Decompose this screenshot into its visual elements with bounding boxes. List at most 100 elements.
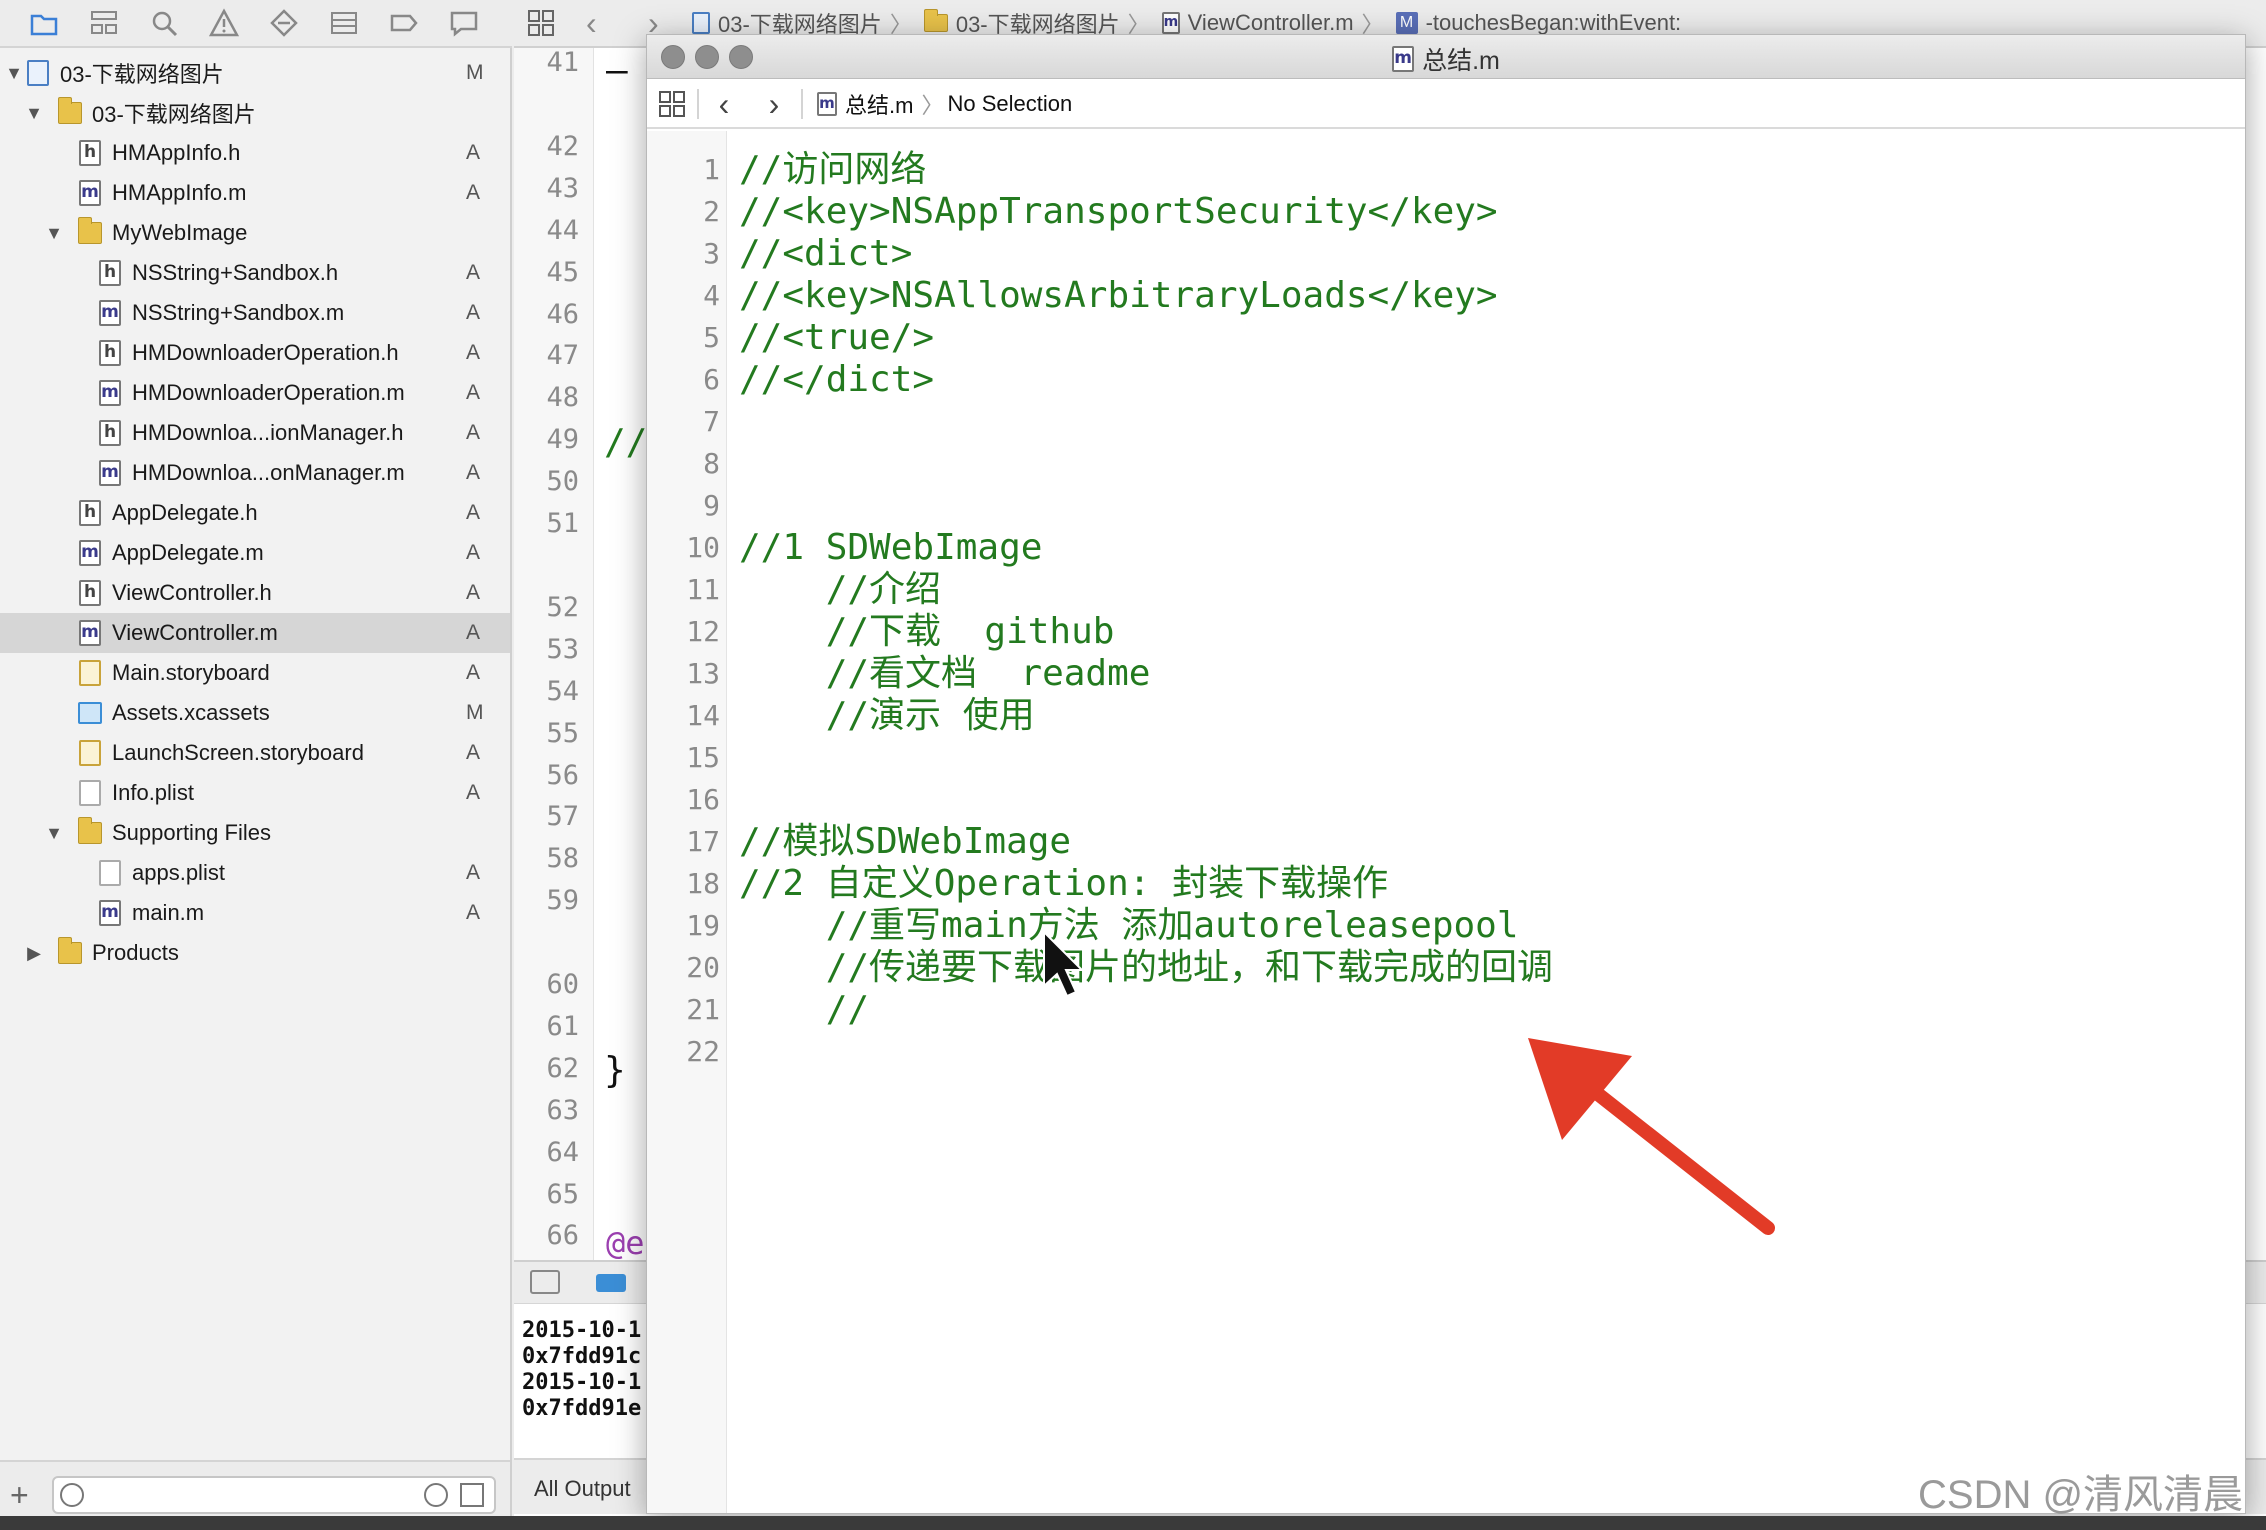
code-line: //传递要下载图片的地址，和下载完成的回调 — [739, 947, 1554, 988]
tree-row[interactable]: h NSString+Sandbox.h A — [0, 253, 510, 293]
tree-row[interactable]: h HMDownloa...ionManager.h A — [0, 413, 510, 453]
tree-row-icon: h — [78, 580, 102, 606]
disclosure-expanded-icon[interactable]: ▼ — [4, 63, 24, 84]
breadcrumb-selection[interactable]: No Selection — [947, 91, 1072, 117]
tree-row[interactable]: m ViewController.m A — [0, 613, 510, 653]
line-number: 20 — [686, 951, 720, 984]
disclosure-expanded-icon[interactable]: ▼ — [24, 103, 44, 124]
tree-row[interactable]: h ViewController.h A — [0, 573, 510, 613]
m-file-icon: m — [79, 620, 101, 646]
tree-row-label: HMDownloaderOperation.m — [132, 380, 405, 405]
tree-row-label: ViewController.m — [112, 620, 278, 645]
speech-bubble-icon — [450, 11, 478, 37]
tree-row[interactable]: ▼ 03-下载网络图片 — [0, 93, 510, 133]
tree-row-icon: m — [98, 380, 122, 406]
tree-row-label: NSString+Sandbox.h — [132, 260, 339, 285]
m-file-icon: m — [99, 460, 121, 486]
breadcrumb-file[interactable]: m ViewController.m — [1161, 10, 1354, 36]
tree-row[interactable]: h HMAppInfo.h A — [0, 133, 510, 173]
tree-row-label: Info.plist — [112, 780, 194, 805]
symbol-navigator-tab[interactable] — [86, 5, 122, 41]
line-number: 41 — [546, 47, 579, 78]
source-control-badge: A — [466, 661, 481, 684]
line-number: 44 — [546, 215, 579, 246]
source-control-badge: A — [466, 341, 481, 364]
recent-files-icon[interactable] — [424, 1483, 448, 1507]
tree-row[interactable]: m NSString+Sandbox.m A — [0, 293, 510, 333]
tree-row[interactable]: m AppDelegate.m A — [0, 533, 510, 573]
back-arrow-icon[interactable]: ‹ — [586, 5, 618, 42]
tree-row[interactable]: ▶ Products — [0, 933, 510, 973]
tree-row[interactable]: m main.m A — [0, 893, 510, 933]
related-items-icon[interactable] — [657, 89, 687, 119]
m-file-icon: m — [99, 380, 121, 406]
tree-row-icon: m — [98, 460, 122, 486]
breakpoint-navigator-tab[interactable] — [386, 5, 422, 41]
tree-row[interactable]: m HMAppInfo.m A — [0, 173, 510, 213]
disclosure-expanded-icon[interactable]: ▼ — [44, 823, 64, 844]
h-file-icon: h — [79, 140, 101, 166]
breadcrumb-label: 总结.m — [845, 93, 914, 118]
hide-debug-area-icon[interactable] — [530, 1270, 560, 1294]
disclosure-collapsed-icon[interactable]: ▶ — [24, 943, 44, 964]
summary-editor-window: m 总结.m ‹ › m 总结.m 〉 No Selection 1234567… — [646, 34, 2246, 1514]
line-number: 42 — [546, 131, 579, 162]
line-number: 50 — [546, 466, 579, 497]
find-navigator-tab[interactable] — [146, 5, 182, 41]
breadcrumb-method[interactable]: M -touchesBegan:withEvent: — [1395, 10, 1681, 36]
disclosure-expanded-icon[interactable]: ▼ — [44, 223, 64, 244]
add-icon[interactable]: + — [10, 1479, 29, 1511]
source-control-badge: A — [466, 381, 481, 404]
tree-row-icon: h — [98, 340, 122, 366]
back-arrow-icon[interactable]: ‹ — [699, 86, 749, 123]
tree-row[interactable]: Info.plist A — [0, 773, 510, 813]
tree-row[interactable]: LaunchScreen.storyboard A — [0, 733, 510, 773]
navigator-filter-field[interactable] — [52, 1476, 496, 1514]
project-navigator-tab[interactable] — [26, 5, 62, 41]
tree-row-icon — [58, 937, 82, 966]
line-number: 22 — [686, 1035, 720, 1068]
tree-row[interactable]: apps.plist A — [0, 853, 510, 893]
tree-row-icon — [58, 97, 82, 126]
line-number: 65 — [546, 1179, 579, 1210]
window-title-bar[interactable]: m 总结.m — [647, 35, 2245, 79]
tree-row[interactable]: m HMDownloa...onManager.m A — [0, 453, 510, 493]
tree-row[interactable]: Main.storyboard A — [0, 653, 510, 693]
tree-row[interactable]: h AppDelegate.h A — [0, 493, 510, 533]
assets-icon — [78, 702, 102, 724]
window-title: m 总结.m — [647, 41, 2245, 77]
line-number: 58 — [546, 843, 579, 874]
tree-row-label: LaunchScreen.storyboard — [112, 740, 364, 765]
test-navigator-tab[interactable] — [266, 5, 302, 41]
output-filter-select[interactable]: All Output — [534, 1476, 631, 1502]
line-number: 51 — [546, 508, 579, 539]
tree-row[interactable]: ▼ 03-下载网络图片 M — [0, 53, 510, 93]
report-navigator-tab[interactable] — [446, 5, 482, 41]
forward-arrow-icon[interactable]: › — [749, 86, 799, 123]
debug-navigator-tab[interactable] — [326, 5, 362, 41]
related-items-icon[interactable] — [526, 8, 556, 38]
line-number: 15 — [686, 741, 720, 774]
breadcrumb-file[interactable]: m 总结.m — [817, 88, 913, 120]
storyboard-icon — [79, 660, 101, 686]
source-control-badge: M — [466, 701, 484, 724]
main-editor-gutter: 41 42 43 44 45 46 47 48 49 50 51 52 53 54 55 56 57 58 59 60… — [514, 47, 594, 1260]
breakpoints-toggle-icon[interactable] — [596, 1274, 626, 1292]
tree-row[interactable]: ▼ MyWebImage — [0, 213, 510, 253]
line-number: 5 — [703, 321, 720, 354]
tree-row[interactable]: Assets.xcassets M — [0, 693, 510, 733]
tree-row-icon — [78, 217, 102, 246]
code-line: //</dict> — [739, 359, 935, 400]
m-file-icon: m — [99, 300, 121, 326]
code-line: //<true/> — [739, 317, 935, 358]
source-control-filter-icon[interactable] — [460, 1483, 484, 1507]
tree-row[interactable]: h HMDownloaderOperation.h A — [0, 333, 510, 373]
m-file-icon: m — [79, 180, 101, 206]
issue-navigator-tab[interactable] — [206, 5, 242, 41]
window-title-text: 总结.m — [1422, 47, 1500, 75]
line-number: 60 — [546, 969, 579, 1000]
tree-row[interactable]: m HMDownloaderOperation.m A — [0, 373, 510, 413]
tree-row-icon: m — [78, 540, 102, 566]
code-fragment: – — [606, 50, 628, 91]
tree-row[interactable]: ▼ Supporting Files — [0, 813, 510, 853]
